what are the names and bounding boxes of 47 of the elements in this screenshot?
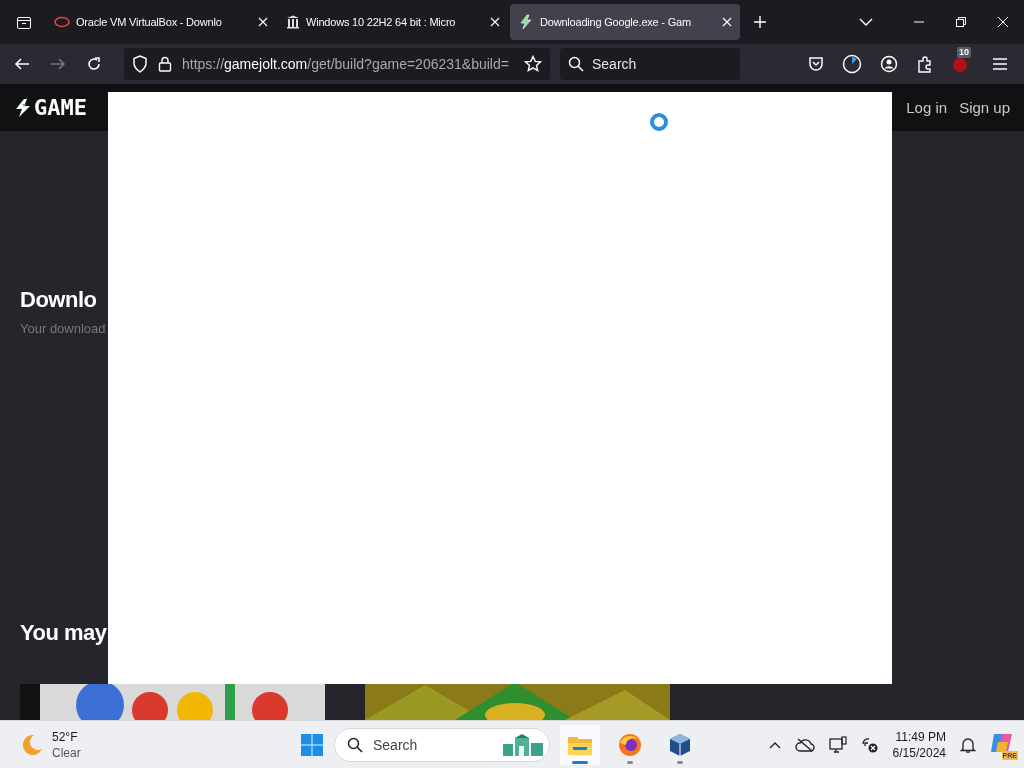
browser-tab[interactable]: Windows 10 22H2 64 bit : Micro [278,4,508,40]
monitor-icon[interactable] [828,735,847,754]
cube-icon [668,732,692,757]
nav-link[interactable]: Sign up [959,99,1010,116]
globe-icon [618,732,642,757]
gauge-icon[interactable] [842,54,862,74]
close-icon[interactable] [258,17,268,27]
clock[interactable]: 11:49 PM 6/15/2024 [892,728,946,761]
weather-text: Clear [52,744,81,761]
account-icon[interactable] [880,55,898,73]
nav-link[interactable]: Log in [906,99,948,116]
chevron-up-icon[interactable] [768,740,781,749]
temperature-text: 52°F [52,728,79,745]
buildings-icon [501,733,545,756]
close-icon[interactable] [490,17,500,27]
site-logo[interactable]: GAME [14,95,87,120]
page-subtitle: Your download [20,321,107,336]
network-off-icon[interactable] [860,735,879,754]
windows-icon[interactable] [300,732,324,757]
address-field[interactable]: https://gamejolt.com/get/build?game=206231&build= [124,48,550,80]
search-icon [347,736,363,753]
search-icon [568,56,584,72]
spinner-icon [649,112,669,132]
tab-title: Windows 10 22H2 64 bit : Micro [306,16,457,28]
section-heading: You may [20,620,108,646]
menu-icon[interactable] [992,57,1008,71]
tab-title: Oracle VM VirtualBox - Downlo [76,16,223,28]
browser-tab[interactable]: Downloading Google.exe - Gam [510,4,740,40]
lock-icon [158,56,172,72]
shield-icon[interactable] [132,55,148,73]
bolt-icon [518,14,534,30]
star-icon[interactable] [524,55,542,73]
tab-title: Downloading Google.exe - Gam [540,16,692,28]
taskbar-app[interactable] [560,724,600,765]
browser-tab[interactable]: Oracle VM VirtualBox - Downlo [46,4,276,40]
cloud-off-icon[interactable] [794,737,815,752]
pocket-icon[interactable] [808,56,824,72]
search-field[interactable]: Search [334,727,550,762]
puzzle-icon[interactable] [916,55,934,73]
bell-icon[interactable] [960,735,976,754]
close-icon[interactable] [722,17,732,27]
url-text: https://gamejolt.com/get/build?game=206231&build= [182,56,510,72]
page-heading: Downlo [20,287,98,313]
search-field[interactable]: Search [560,48,740,80]
oval-icon [54,16,70,28]
columns-icon [286,15,300,29]
count-badge: 10 [957,47,971,58]
